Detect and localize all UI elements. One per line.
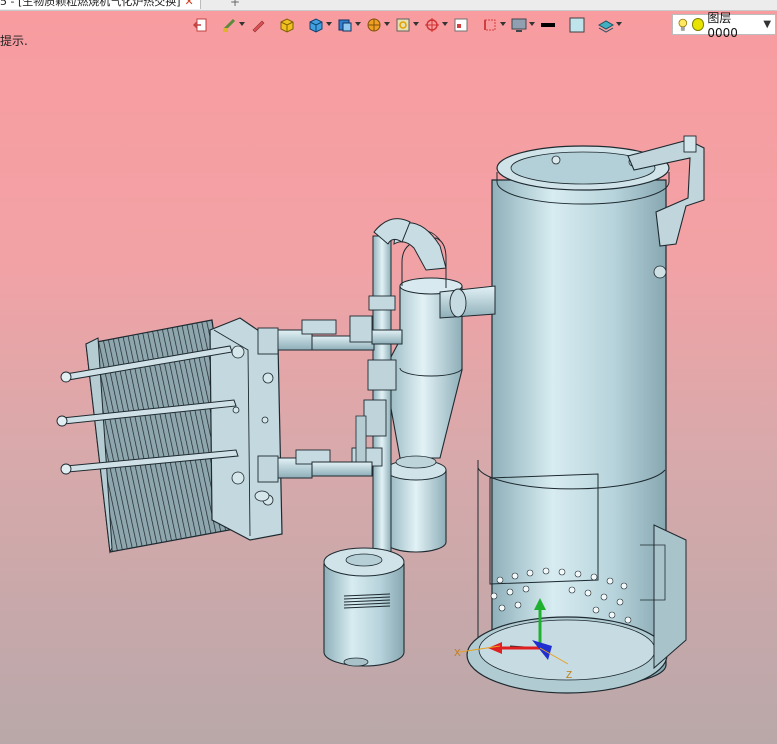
box-icon[interactable] [279,14,305,36]
gasifier-cylinder[interactable] [466,135,705,694]
document-tab-title: 5 - [生物质颗粒燃烧机气化炉热交换] [0,0,181,8]
frame-icon[interactable] [395,14,421,36]
paint-brush-icon[interactable] [221,14,247,36]
plate-heat-exchanger[interactable] [56,315,403,554]
line-color-icon[interactable] [540,14,566,36]
fill-color-icon[interactable] [569,14,595,36]
pencil-icon[interactable] [250,14,276,36]
window-icon[interactable] [453,14,479,36]
exit-icon[interactable] [192,14,218,36]
water-tank[interactable] [323,547,405,667]
chevron-down-icon[interactable]: ▼ [763,19,771,30]
selection-icon[interactable] [482,14,508,36]
3d-viewport[interactable]: X Z 5 - [生物质颗粒燃烧机气化炉热交换] ✕ + 提示. 图层0000 … [0,0,777,744]
view-toolbar [192,14,624,36]
layer-dropdown[interactable]: 图层0000 ▼ [672,11,776,40]
view-cube-icon[interactable] [337,14,363,36]
layer-name: 图层0000 [707,11,738,40]
monitor-icon[interactable] [511,14,537,36]
lightbulb-icon[interactable] [677,18,689,32]
sphere-icon[interactable] [366,14,392,36]
svg-text:X: X [454,648,461,659]
document-tab[interactable]: 5 - [生物质颗粒燃烧机气化炉热交换] ✕ [0,0,201,9]
layer-tool-icon[interactable] [598,14,624,36]
layer-color-dot [691,18,705,31]
command-hint: 提示. [0,34,28,48]
svg-text:Z: Z [566,670,572,681]
new-tab-button[interactable]: + [230,0,240,9]
3d-model-scene[interactable]: X Z [0,0,777,744]
document-tab-bar: 5 - [生物质颗粒燃烧机气化炉热交换] ✕ + [0,0,777,11]
cube-icon[interactable] [308,14,334,36]
close-tab-icon[interactable]: ✕ [185,0,194,8]
snap-target-icon[interactable] [424,14,450,36]
